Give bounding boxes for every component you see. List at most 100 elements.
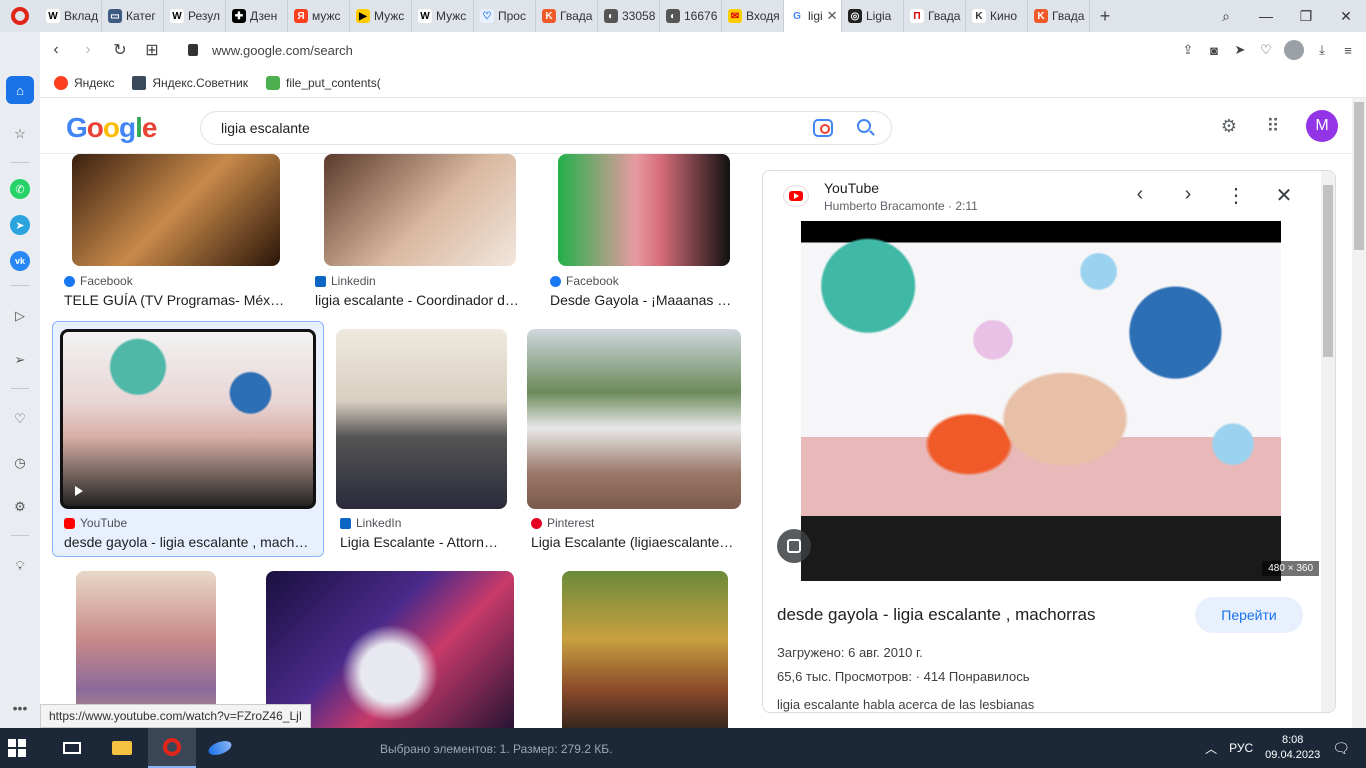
share-icon[interactable]: ⇪: [1180, 42, 1196, 58]
tab-label: Резул: [188, 9, 220, 23]
windows-start-icon[interactable]: [8, 739, 26, 757]
result-title[interactable]: Ligia Escalante - Attorn…: [340, 534, 510, 550]
bookmark-file-put-contents[interactable]: file_put_contents(: [265, 75, 381, 90]
result-thumbnail-3[interactable]: [558, 154, 730, 266]
browser-tab[interactable]: ◐ 16676: [660, 0, 722, 32]
result-thumbnail-9[interactable]: [562, 571, 728, 728]
result-thumbnail-2[interactable]: [324, 154, 516, 266]
tab-label: Ligia: [866, 9, 892, 23]
browser-tab[interactable]: Gligi ✕: [784, 0, 842, 32]
preview-upload-date: Загружено: 6 авг. 2010 г.: [777, 645, 923, 660]
send-icon[interactable]: ➢: [6, 346, 34, 374]
preview-scrollbar[interactable]: [1321, 171, 1335, 712]
visit-button[interactable]: Перейти: [1195, 597, 1303, 633]
app-taskbar-icon[interactable]: [196, 728, 244, 768]
more-options-icon[interactable]: ⋮: [1225, 183, 1247, 208]
browser-tab[interactable]: ▶ Мужс: [350, 0, 412, 32]
tabs-grid-icon[interactable]: ⊞: [136, 40, 168, 60]
browser-tab[interactable]: W Вклад: [40, 0, 102, 32]
page-scrollbar[interactable]: [1352, 98, 1366, 728]
search-input[interactable]: ligia escalante: [200, 111, 892, 145]
whatsapp-icon[interactable]: ✆: [10, 179, 30, 199]
close-tab-icon[interactable]: ✕: [827, 8, 838, 24]
reload-button[interactable]: ↻: [104, 40, 136, 60]
url-field[interactable]: www.google.com/search: [188, 43, 353, 58]
back-button[interactable]: ‹: [40, 41, 72, 59]
player-icon[interactable]: ▷: [6, 302, 34, 330]
more-icon[interactable]: •••: [13, 700, 28, 716]
tab-label: Входя: [746, 9, 780, 23]
bookmark-yandex[interactable]: Яндекс: [54, 75, 114, 90]
lens-search-button[interactable]: [777, 529, 811, 563]
google-logo[interactable]: Google: [66, 112, 157, 144]
bookmark-yandex-sovetnik[interactable]: Яндекс.Советник: [132, 75, 248, 90]
heart-icon[interactable]: ♡: [1258, 42, 1274, 58]
home-icon[interactable]: ⌂: [6, 76, 34, 104]
clock[interactable]: 8:08 09.04.2023: [1265, 733, 1320, 763]
tips-icon[interactable]: 💡︎: [6, 552, 34, 580]
result-title[interactable]: TELE GUÍA (TV Programas- Méx…: [64, 292, 294, 308]
browser-tab[interactable]: K Гвада: [536, 0, 598, 32]
vk-icon[interactable]: vk: [10, 251, 30, 271]
browser-tab[interactable]: ◎ Ligia: [842, 0, 904, 32]
easy-setup-icon[interactable]: ≡: [1340, 43, 1356, 58]
result-title[interactable]: ligia escalante - Coordinador d…: [315, 292, 525, 308]
telegram-icon[interactable]: ➤: [10, 215, 30, 235]
browser-tab[interactable]: ◐ 33058: [598, 0, 660, 32]
result-thumbnail-5[interactable]: [336, 329, 507, 509]
keyboard-language[interactable]: РУС: [1229, 741, 1253, 755]
close-window-button[interactable]: ✕: [1326, 8, 1366, 25]
preview-image[interactable]: [801, 221, 1281, 581]
windows-taskbar: Выбрано элементов: 1. Размер: 279.2 КБ. …: [0, 728, 1366, 768]
history-icon[interactable]: ◷: [6, 449, 34, 477]
send-icon[interactable]: ➤: [1232, 42, 1248, 58]
result-thumbnail-4-video[interactable]: [60, 329, 316, 509]
opera-taskbar-icon[interactable]: [148, 728, 196, 768]
camera-icon[interactable]: ◙: [1206, 43, 1222, 58]
browser-tab[interactable]: ♡ Прос: [474, 0, 536, 32]
result-thumbnail-6[interactable]: [527, 329, 741, 509]
close-icon[interactable]: ✕: [1273, 183, 1295, 208]
preview-source[interactable]: YouTube: [824, 180, 879, 196]
browser-tab[interactable]: ✉ Входя: [722, 0, 784, 32]
search-icon[interactable]: [857, 119, 871, 133]
page-scrollbar-thumb[interactable]: [1354, 102, 1364, 250]
browser-tab[interactable]: ▭ Катег: [102, 0, 164, 32]
notifications-icon[interactable]: 🗨︎: [1332, 740, 1350, 757]
google-lens-icon[interactable]: [813, 119, 833, 137]
browser-tab[interactable]: K Кино: [966, 0, 1028, 32]
result-title[interactable]: desde gayola - ligia escalante , mach…: [64, 534, 314, 550]
url-text: www.google.com/search: [212, 42, 353, 58]
browser-tab[interactable]: W Мужс: [412, 0, 474, 32]
profile-avatar[interactable]: [1284, 40, 1304, 60]
preview-title[interactable]: desde gayola - ligia escalante , machorr…: [777, 605, 1095, 625]
browser-tab[interactable]: W Резул: [164, 0, 226, 32]
settings-gear-icon[interactable]: ⚙: [1218, 115, 1240, 137]
preview-scrollbar-thumb[interactable]: [1323, 185, 1333, 357]
download-icon[interactable]: ⤓: [1314, 42, 1330, 58]
new-tab-button[interactable]: +: [1090, 6, 1120, 27]
search-tabs-icon[interactable]: ⌕: [1206, 8, 1246, 25]
system-tray: ︿ РУС 8:08 09.04.2023 🗨︎: [1205, 728, 1366, 768]
next-icon[interactable]: ›: [1177, 183, 1199, 208]
account-avatar[interactable]: M: [1306, 110, 1338, 142]
browser-tab[interactable]: K Гвада: [1028, 0, 1090, 32]
task-view-icon[interactable]: [48, 728, 96, 768]
opera-menu-button[interactable]: [0, 0, 40, 32]
file-explorer-icon[interactable]: [98, 728, 146, 768]
maximize-button[interactable]: ❐: [1286, 8, 1326, 25]
apps-grid-icon[interactable]: ⠿: [1262, 115, 1284, 137]
browser-tab[interactable]: Ямужс: [288, 0, 350, 32]
result-thumbnail-1[interactable]: [72, 154, 280, 266]
speed-dial-icon[interactable]: ☆: [6, 120, 34, 148]
previous-icon[interactable]: ‹: [1129, 183, 1151, 208]
browser-tab[interactable]: П Гвада: [904, 0, 966, 32]
tray-chevron-up-icon[interactable]: ︿: [1205, 740, 1217, 757]
result-title[interactable]: Desde Gayola - ¡Maaanas …: [550, 292, 740, 308]
minimize-button[interactable]: —: [1246, 8, 1286, 24]
settings-icon[interactable]: ⚙: [6, 493, 34, 521]
forward-button[interactable]: ›: [72, 41, 104, 59]
browser-tab[interactable]: ✚ Дзен: [226, 0, 288, 32]
result-title[interactable]: Ligia Escalante (ligiaescalante…: [531, 534, 741, 550]
favorites-icon[interactable]: ♡: [6, 405, 34, 433]
